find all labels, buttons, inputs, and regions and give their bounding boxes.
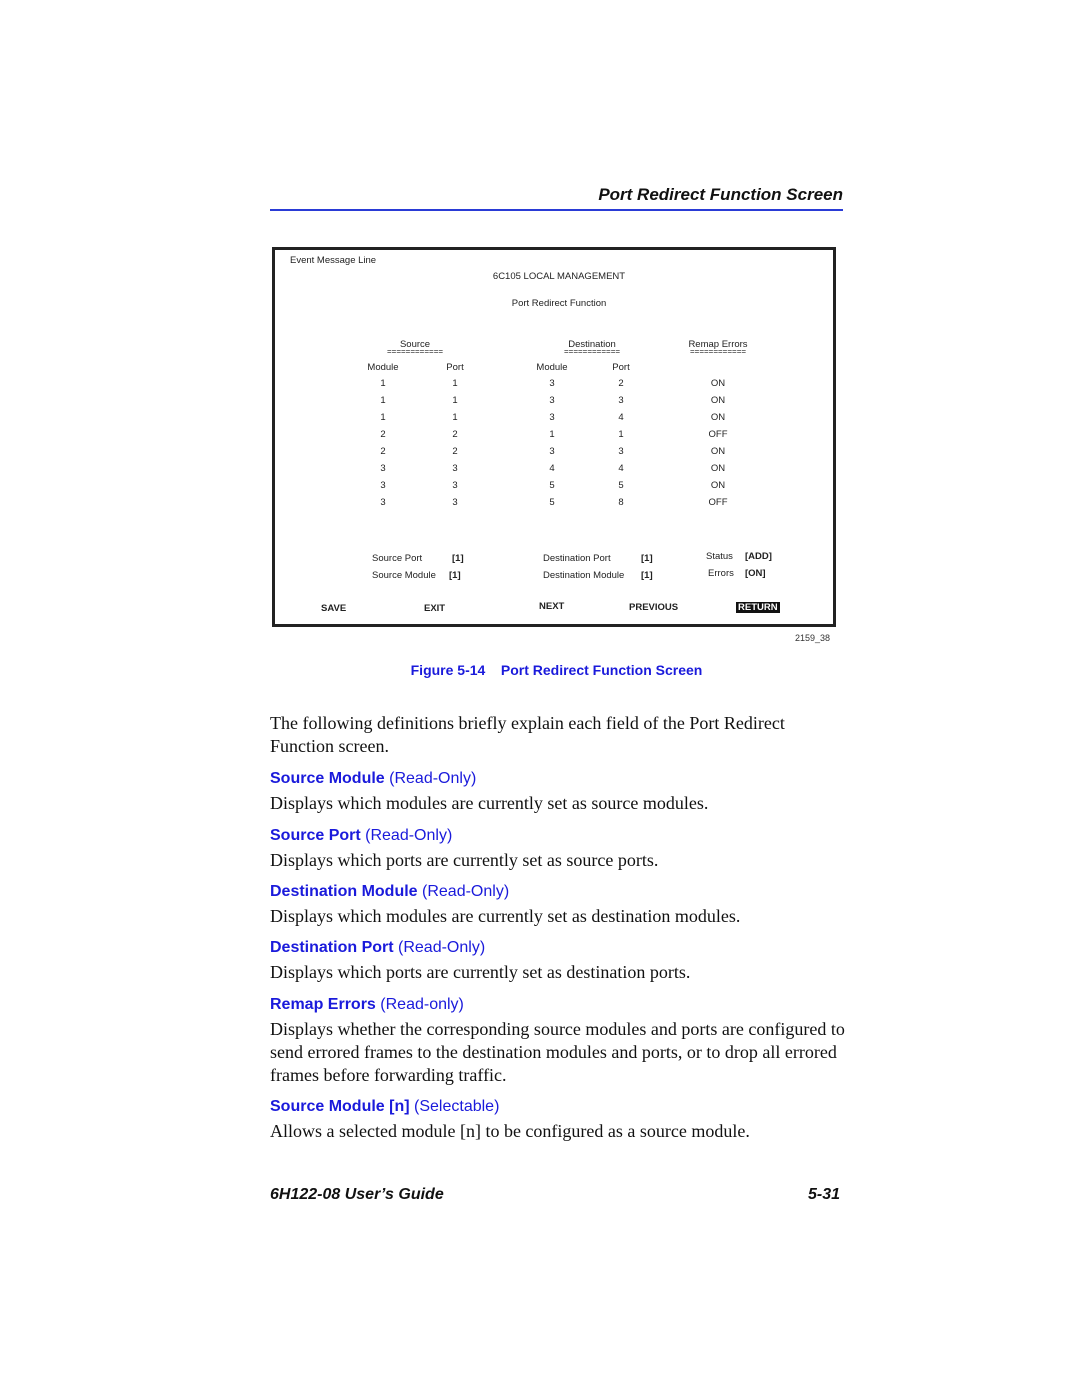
col-dst-port: Port bbox=[612, 362, 630, 373]
cell-src-module: 1 bbox=[380, 412, 386, 423]
cell-dst-port: 4 bbox=[618, 412, 624, 423]
definition-term: Remap Errors (Read-only) bbox=[270, 996, 464, 1014]
term-name: Destination Port bbox=[270, 939, 394, 956]
cell-remap: ON bbox=[710, 378, 726, 389]
underline: ============ bbox=[689, 347, 747, 356]
return-command[interactable]: RETURN bbox=[736, 602, 780, 613]
cell-remap: ON bbox=[710, 463, 726, 474]
definition-text: Displays whether the corresponding sourc… bbox=[270, 1019, 845, 1085]
cell-dst-module: 5 bbox=[549, 480, 555, 491]
cell-remap: ON bbox=[710, 395, 726, 406]
status-label: Status bbox=[706, 551, 733, 562]
errors-field[interactable]: [ON] bbox=[745, 568, 766, 579]
cell-src-module: 2 bbox=[380, 429, 386, 440]
cell-src-module: 3 bbox=[380, 480, 386, 491]
cell-dst-port: 4 bbox=[618, 463, 624, 474]
cell-src-port: 1 bbox=[452, 412, 458, 423]
cell-dst-module: 5 bbox=[549, 497, 555, 508]
definition-term: Source Module (Read-Only) bbox=[270, 770, 476, 788]
intro-paragraph: The following definitions briefly explai… bbox=[270, 713, 785, 756]
term-name: Destination Module bbox=[270, 883, 418, 900]
cell-dst-module: 3 bbox=[549, 395, 555, 406]
term-qualifier: (Read-only) bbox=[380, 996, 464, 1013]
running-header: Port Redirect Function Screen bbox=[598, 185, 843, 204]
term-qualifier: (Read-Only) bbox=[398, 939, 486, 956]
cell-dst-port: 1 bbox=[618, 429, 624, 440]
definition-text: Displays which ports are currently set a… bbox=[270, 962, 691, 982]
screen-subtitle: Port Redirect Function bbox=[511, 298, 607, 309]
cell-dst-port: 8 bbox=[618, 497, 624, 508]
cell-src-module: 3 bbox=[380, 463, 386, 474]
cell-dst-module: 3 bbox=[549, 378, 555, 389]
definition-text: Displays which modules are currently set… bbox=[270, 906, 741, 926]
term-qualifier: (Selectable) bbox=[414, 1098, 500, 1115]
dest-module-field[interactable]: [1] bbox=[641, 570, 653, 581]
cell-src-module: 1 bbox=[380, 395, 386, 406]
footer-page-number: 5-31 bbox=[807, 1186, 840, 1203]
figure-id: 2159_38 bbox=[795, 633, 831, 643]
cell-src-port: 2 bbox=[452, 446, 458, 457]
status-field[interactable]: [ADD] bbox=[745, 551, 772, 562]
underline: ============ bbox=[386, 347, 444, 356]
term-qualifier: (Read-Only) bbox=[365, 827, 453, 844]
cell-src-module: 3 bbox=[380, 497, 386, 508]
term-name: Source Module [n] bbox=[270, 1098, 410, 1115]
save-command[interactable]: SAVE bbox=[321, 603, 346, 614]
errors-label: Errors bbox=[708, 568, 734, 579]
next-command[interactable]: NEXT bbox=[539, 601, 564, 612]
cell-dst-module: 3 bbox=[549, 446, 555, 457]
underline: ============ bbox=[563, 347, 621, 356]
figure-caption: Figure 5-14 Port Redirect Function Scree… bbox=[410, 662, 703, 678]
cell-dst-port: 2 bbox=[618, 378, 624, 389]
header-rule bbox=[270, 209, 843, 211]
term-qualifier: (Read-Only) bbox=[422, 883, 510, 900]
cell-src-port: 1 bbox=[452, 378, 458, 389]
definition-term: Source Port (Read-Only) bbox=[270, 827, 452, 845]
source-module-field[interactable]: [1] bbox=[449, 570, 461, 581]
cell-remap: OFF bbox=[708, 497, 728, 508]
definition-text: Displays which ports are currently set a… bbox=[270, 850, 659, 870]
dest-port-label: Destination Port bbox=[543, 553, 611, 564]
screen-title: 6C105 LOCAL MANAGEMENT bbox=[492, 271, 626, 282]
cell-src-port: 3 bbox=[452, 463, 458, 474]
dest-module-label: Destination Module bbox=[543, 570, 625, 581]
cell-src-module: 2 bbox=[380, 446, 386, 457]
definition-term: Source Module [n] (Selectable) bbox=[270, 1098, 499, 1116]
cell-remap: ON bbox=[710, 480, 726, 491]
term-name: Source Port bbox=[270, 827, 361, 844]
col-dst-module: Module bbox=[536, 362, 568, 373]
cell-remap: ON bbox=[710, 446, 726, 457]
definition-term: Destination Port (Read-Only) bbox=[270, 939, 485, 957]
cell-src-module: 1 bbox=[380, 378, 386, 389]
cell-dst-port: 5 bbox=[618, 480, 624, 491]
cell-remap: ON bbox=[710, 412, 726, 423]
cell-src-port: 3 bbox=[452, 480, 458, 491]
cell-src-port: 1 bbox=[452, 395, 458, 406]
cell-src-port: 2 bbox=[452, 429, 458, 440]
source-port-label: Source Port bbox=[372, 553, 423, 564]
definition-text: Displays which modules are currently set… bbox=[270, 793, 709, 813]
cell-src-port: 3 bbox=[452, 497, 458, 508]
event-message-line: Event Message Line bbox=[290, 255, 377, 266]
cell-dst-module: 3 bbox=[549, 412, 555, 423]
source-module-label: Source Module bbox=[372, 570, 436, 581]
term-qualifier: (Read-Only) bbox=[389, 770, 477, 787]
cell-dst-module: 1 bbox=[549, 429, 555, 440]
cell-dst-port: 3 bbox=[618, 395, 624, 406]
definition-term: Destination Module (Read-Only) bbox=[270, 883, 509, 901]
lm-screen: Event Message Line 6C105 LOCAL MANAGEMEN… bbox=[272, 247, 836, 627]
cell-remap: OFF bbox=[708, 429, 728, 440]
col-src-module: Module bbox=[367, 362, 399, 373]
exit-command[interactable]: EXIT bbox=[424, 603, 445, 614]
source-port-field[interactable]: [1] bbox=[452, 553, 464, 564]
previous-command[interactable]: PREVIOUS bbox=[629, 602, 678, 613]
cell-dst-module: 4 bbox=[549, 463, 555, 474]
dest-port-field[interactable]: [1] bbox=[641, 553, 653, 564]
term-name: Remap Errors bbox=[270, 996, 376, 1013]
term-name: Source Module bbox=[270, 770, 385, 787]
col-src-port: Port bbox=[446, 362, 464, 373]
definition-text: Allows a selected module [n] to be confi… bbox=[270, 1121, 750, 1141]
cell-dst-port: 3 bbox=[618, 446, 624, 457]
footer-guide-title: 6H122-08 User’s Guide bbox=[270, 1186, 444, 1203]
